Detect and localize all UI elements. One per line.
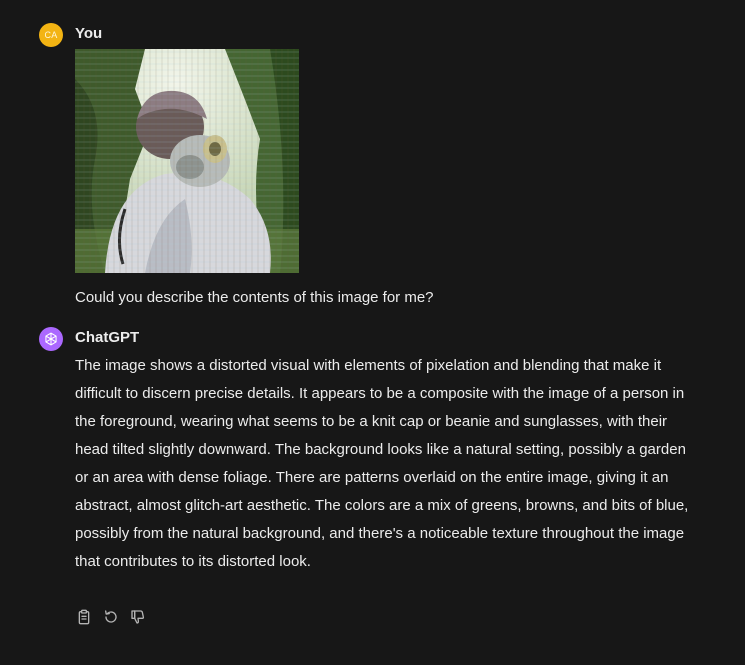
message-actions [75,608,146,625]
assistant-avatar [39,327,63,351]
openai-logo-icon [45,332,57,346]
clipboard-icon [78,609,89,624]
thumbs-down-button[interactable] [129,608,146,625]
user-message: Could you describe the contents of this … [75,289,434,306]
user-author-name: You [75,25,103,42]
user-avatar-initials: CA [44,30,58,40]
attached-image[interactable] [75,49,299,273]
copy-button[interactable] [75,608,92,625]
assistant-author-name: ChatGPT [75,329,140,346]
chat-conversation: CA You Could you describe the contents o… [0,0,745,665]
assistant-message: The image shows a distorted visual with … [75,357,689,570]
refresh-icon [104,609,117,623]
regenerate-button[interactable] [102,608,119,625]
user-avatar: CA [39,23,63,47]
thumbs-down-icon [130,609,144,624]
